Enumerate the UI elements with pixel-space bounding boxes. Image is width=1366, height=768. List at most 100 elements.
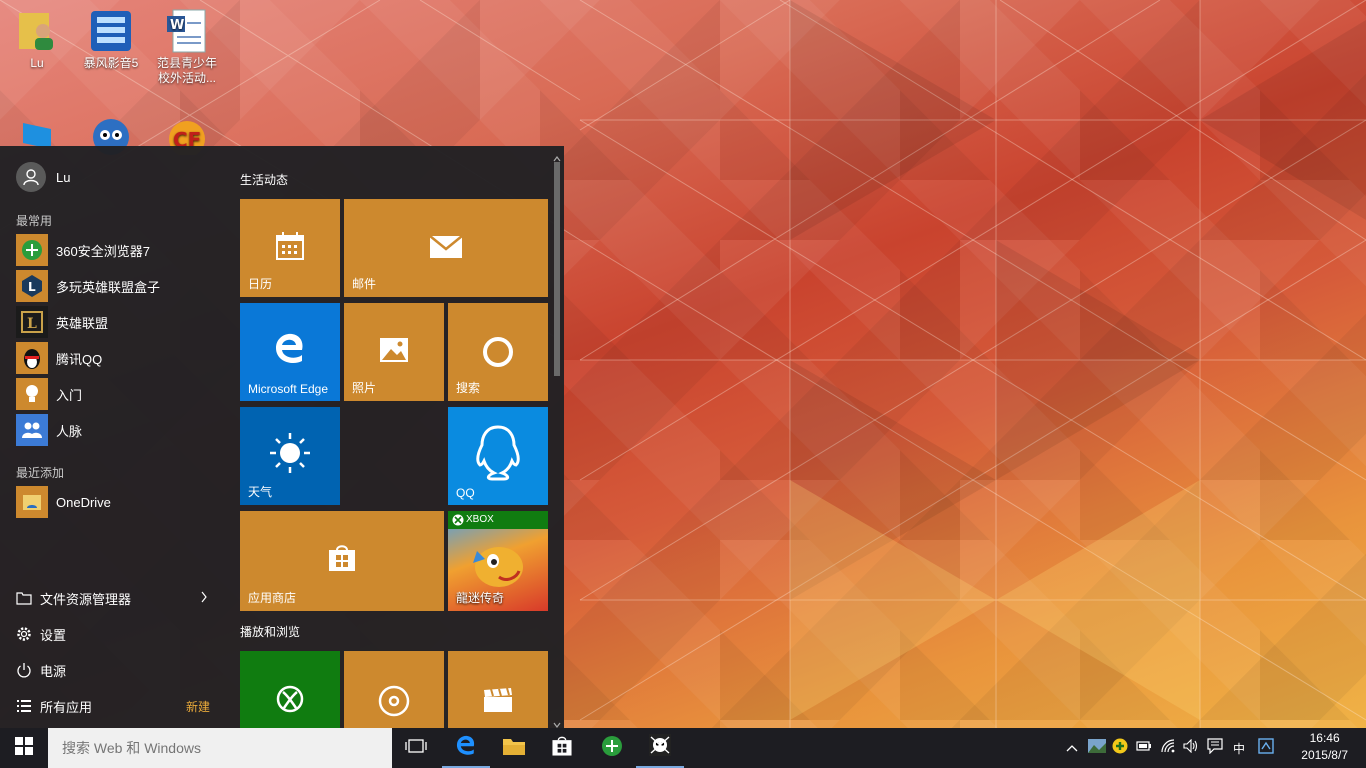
music-disc-icon — [344, 685, 444, 717]
taskbar-360-browser[interactable] — [588, 728, 636, 768]
app-league-of-legends[interactable]: L 英雄联盟 — [16, 306, 216, 338]
app-lol-box[interactable]: L 多玩英雄联盟盒子 — [16, 270, 216, 302]
user-avatar-icon — [16, 162, 46, 192]
desktop-icon-word-doc[interactable]: W 范县青少年校外活动... — [152, 2, 222, 86]
tray-action-center[interactable] — [1204, 728, 1226, 768]
recently-added-heading: 最近添加 — [16, 466, 65, 480]
plus-circle-icon — [1112, 738, 1128, 759]
taskbar-search-box[interactable] — [48, 728, 392, 768]
tile-game[interactable]: XBOX 龍迷传奇 — [448, 511, 548, 611]
tile-search[interactable]: 搜索 — [448, 303, 548, 401]
media-player-icon — [87, 8, 135, 54]
tile-label: Microsoft Edge — [248, 382, 329, 396]
task-view-icon — [405, 738, 427, 759]
svg-text:L: L — [28, 280, 36, 294]
app-get-started[interactable]: 入门 — [16, 378, 216, 410]
tile-movies[interactable] — [448, 651, 548, 728]
start-button[interactable] — [0, 728, 48, 768]
app-onedrive[interactable]: OneDrive — [16, 486, 216, 518]
app-label: 英雄联盟 — [56, 315, 109, 331]
tile-label: 日历 — [248, 277, 273, 291]
app-label: 腾讯QQ — [56, 351, 103, 367]
tray-volume[interactable] — [1180, 728, 1202, 768]
scroll-down-arrow-icon[interactable] — [553, 716, 561, 728]
group-label-play: 播放和浏览 — [240, 625, 301, 639]
tray-wifi[interactable] — [1158, 728, 1180, 768]
desktop-icon-label: 暴风影音5 — [83, 56, 139, 70]
xbox-banner: XBOX — [448, 511, 548, 529]
tray-ime-indicator[interactable]: 中 — [1228, 728, 1250, 768]
tray-landscape-app[interactable] — [1086, 728, 1108, 768]
all-apps-button[interactable]: 所有应用 新建 — [16, 691, 216, 721]
landscape-icon — [1088, 738, 1106, 758]
taskbar: 中 16:46 2015/8/7 — [0, 728, 1366, 768]
tile-calendar[interactable]: 日历 — [240, 199, 340, 297]
qq-penguin-icon — [16, 342, 48, 374]
tile-music[interactable] — [344, 651, 444, 728]
app-label: 多玩英雄联盟盒子 — [56, 279, 161, 295]
tile-store[interactable]: 应用商店 — [240, 511, 444, 611]
tile-photos[interactable]: 照片 — [344, 303, 444, 401]
power-label: 电源 — [40, 663, 67, 679]
user-name: Lu — [56, 169, 71, 185]
store-bag-icon — [551, 735, 573, 762]
show-hidden-icons-button[interactable] — [1062, 728, 1082, 768]
tile-label: 天气 — [248, 485, 273, 499]
all-apps-label: 所有应用 — [40, 699, 93, 715]
app-360-browser[interactable]: 360安全浏览器7 — [16, 234, 216, 266]
search-input[interactable] — [60, 739, 384, 757]
scroll-up-arrow-icon[interactable] — [553, 150, 561, 162]
clock-time: 16:46 — [1309, 731, 1340, 745]
tile-edge[interactable]: Microsoft Edge — [240, 303, 340, 401]
league-of-legends-icon: L — [16, 306, 48, 338]
speaker-icon — [1183, 738, 1199, 758]
keyboard-tool-icon — [1258, 737, 1274, 759]
start-menu-scrollbar[interactable] — [553, 150, 561, 728]
people-icon — [16, 414, 48, 446]
user-account[interactable]: Lu — [16, 162, 70, 192]
xbox-icon — [240, 685, 340, 713]
gear-icon — [16, 626, 32, 642]
taskbar-clock[interactable]: 16:46 2015/8/7 — [1301, 730, 1348, 764]
taskbar-file-explorer[interactable] — [490, 728, 538, 768]
tile-label: 龍迷传奇 — [456, 591, 505, 605]
taskbar-game-app[interactable] — [636, 728, 684, 768]
power-button[interactable]: 电源 — [16, 655, 216, 685]
qq-penguin-outline-icon — [448, 423, 548, 485]
app-label: OneDrive — [56, 494, 111, 510]
store-bag-icon — [240, 543, 444, 573]
tile-weather[interactable]: 天气 — [240, 407, 340, 505]
svg-text:W: W — [170, 18, 184, 33]
scroll-thumb[interactable] — [554, 162, 560, 376]
tile-qq[interactable]: QQ — [448, 407, 548, 505]
clapperboard-icon — [448, 687, 548, 713]
folder-icon — [16, 590, 32, 606]
tile-xbox[interactable] — [240, 651, 340, 728]
pirate-skull-icon — [648, 733, 672, 762]
app-people[interactable]: 人脉 — [16, 414, 216, 446]
word-document-icon: W — [163, 8, 211, 54]
xbox-logo-icon — [452, 514, 464, 529]
taskbar-edge[interactable] — [442, 728, 490, 768]
tray-plus-app[interactable] — [1110, 728, 1130, 768]
desktop-icon-media-player[interactable]: 暴风影音5 — [76, 2, 146, 71]
tile-mail[interactable]: 邮件 — [344, 199, 548, 297]
taskbar-store[interactable] — [538, 728, 586, 768]
chevron-right-icon[interactable] — [200, 591, 208, 606]
task-view-button[interactable] — [394, 728, 438, 768]
start-menu-left-column: Lu 最常用 360安全浏览器7 L 多玩英雄联盟盒子 L 英雄联盟 腾讯QQ — [0, 146, 226, 728]
desktop-icon-lu[interactable]: Lu — [2, 2, 72, 71]
tray-battery[interactable] — [1134, 728, 1154, 768]
settings-button[interactable]: 设置 — [16, 619, 216, 649]
file-explorer-button[interactable]: 文件资源管理器 — [16, 583, 216, 613]
360-browser-icon — [601, 735, 623, 762]
edge-icon — [455, 734, 477, 761]
list-icon — [16, 698, 32, 714]
new-badge: 新建 — [185, 699, 210, 714]
app-label: 入门 — [56, 387, 83, 403]
app-tencent-qq[interactable]: 腾讯QQ — [16, 342, 216, 374]
tray-ime-tool[interactable] — [1254, 728, 1278, 768]
lightbulb-icon — [16, 378, 48, 410]
lol-box-icon: L — [16, 270, 48, 302]
photos-icon — [344, 337, 444, 363]
